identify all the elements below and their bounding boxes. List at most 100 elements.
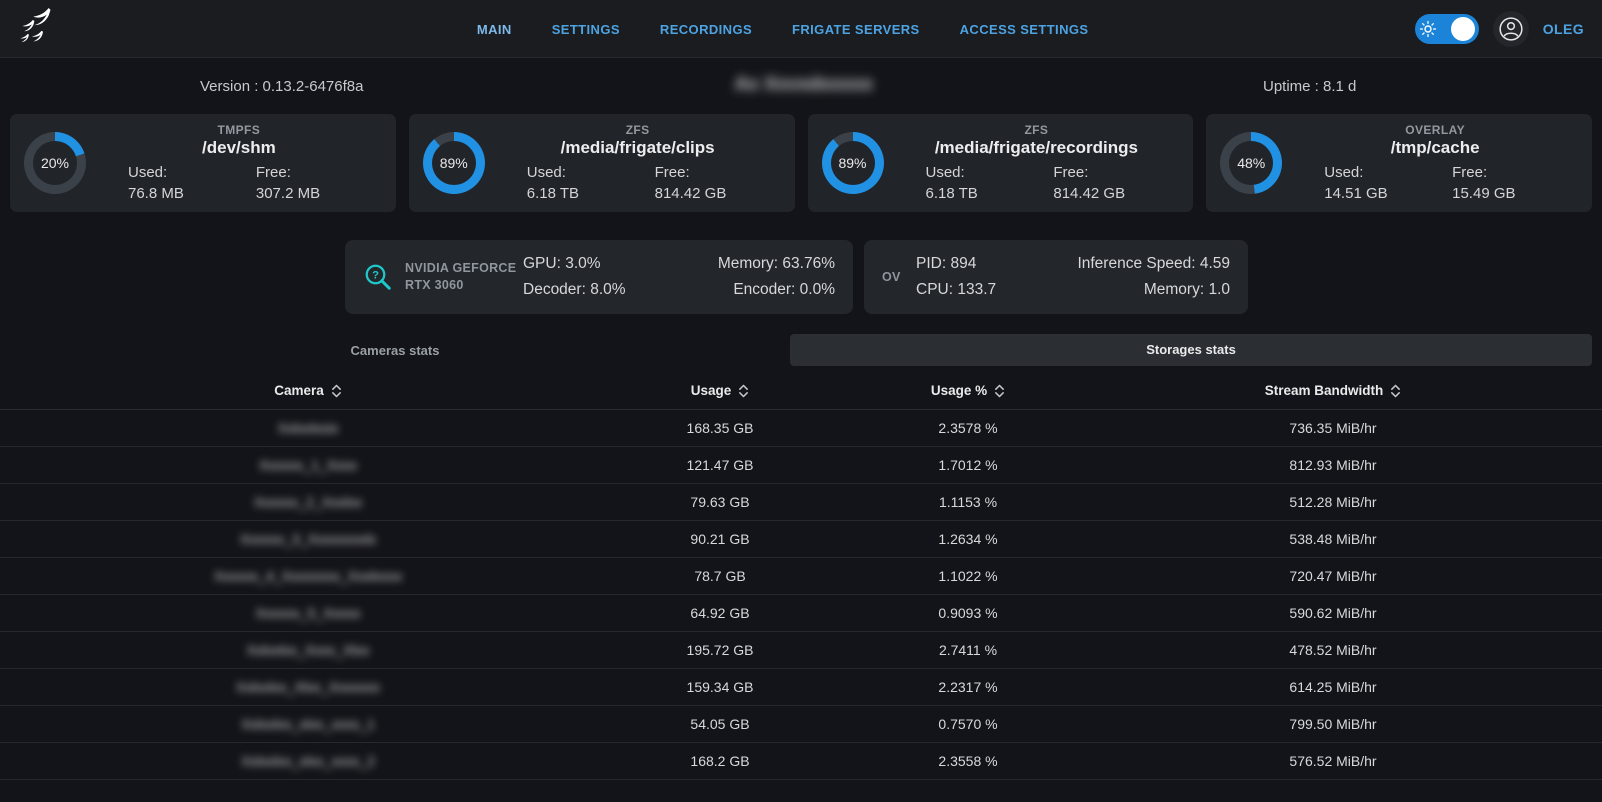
nav-item-recordings[interactable]: RECORDINGS <box>660 22 752 37</box>
gpu-name-label: NVIDIA GEFORCE RTX 3060 <box>405 260 523 294</box>
bandwidth-cell: 478.52 MiB/hr <box>1112 632 1554 668</box>
usage-cell: 78.7 GB <box>616 558 824 594</box>
nav-item-access-settings[interactable]: ACCESS SETTINGS <box>960 22 1089 37</box>
detector-cpu: CPU: 133.7 <box>916 277 996 303</box>
table-row: Xxxxxx_3_Xxxxxxxxlx 90.21 GB 1.2634 % 53… <box>0 521 1602 558</box>
used-value: 6.18 TB <box>527 183 655 204</box>
frigate-logo <box>20 6 62 52</box>
gpu-encoder: Encoder: 0.0% <box>718 277 835 303</box>
usage-cell: 64.92 GB <box>616 595 824 631</box>
usage-pct-cell: 2.3558 % <box>824 743 1112 779</box>
gpu-memory: Memory: 63.76% <box>718 251 835 277</box>
uptime-label: Uptime : 8.1 d <box>1263 78 1356 95</box>
sort-icon <box>331 383 342 399</box>
free-label: Free: <box>1053 162 1181 183</box>
usage-cell: 195.72 GB <box>616 632 824 668</box>
camera-name-blurred: Xxlxxlxxix <box>0 410 616 446</box>
tab-cameras-stats[interactable]: Cameras stats <box>0 343 790 358</box>
bandwidth-cell: 538.48 MiB/hr <box>1112 521 1554 557</box>
camera-name-blurred: Xxlxxlxx_xlxx_xxxx_2 <box>0 743 616 779</box>
nav-item-main[interactable]: MAIN <box>477 22 512 37</box>
version-label: Version : 0.13.2-6476f8a <box>200 78 363 95</box>
username-label[interactable]: OLEG <box>1543 21 1584 37</box>
stats-tabs: Cameras stats Storages stats <box>0 334 1602 366</box>
user-icon <box>1498 16 1524 42</box>
usage-pct-cell: 2.7411 % <box>824 632 1112 668</box>
server-name-blurred: Ax Xxvxdxxxxx <box>735 74 873 96</box>
camera-name-blurred: Xxlxxlxx_Xxxx_Xlxx <box>0 632 616 668</box>
column-header-usage[interactable]: Usage <box>616 372 824 409</box>
gpu-inspect-icon: ? <box>363 262 393 292</box>
gpu-decoder: Decoder: 8.0% <box>523 277 626 303</box>
table-header-row: Camera Usage Usage % Stream Bandwidth <box>0 372 1602 410</box>
usage-donut: 20% <box>24 132 86 194</box>
bandwidth-cell: 799.50 MiB/hr <box>1112 706 1554 742</box>
usage-donut: 89% <box>423 132 485 194</box>
usage-pct-cell: 0.9093 % <box>824 595 1112 631</box>
donut-percent-label: 89% <box>440 155 468 171</box>
table-row: Xxxxxx_5_Xxxxx 64.92 GB 0.9093 % 590.62 … <box>0 595 1602 632</box>
camera-name-blurred: Xxlxxlxx_Xlxx_Xxxxxxx <box>0 669 616 705</box>
used-label: Used: <box>128 162 256 183</box>
usage-pct-cell: 1.1022 % <box>824 558 1112 594</box>
user-avatar-button[interactable] <box>1493 11 1529 47</box>
usage-donut: 89% <box>822 132 884 194</box>
svg-text:?: ? <box>372 270 379 282</box>
main-nav: MAIN SETTINGS RECORDINGS FRIGATE SERVERS… <box>477 0 1089 58</box>
fs-type-label: OVERLAY <box>1290 123 1580 137</box>
column-header-camera[interactable]: Camera <box>0 372 616 409</box>
table-row: Xxlxxlxx_xlxx_xxxx_1 54.05 GB 0.7570 % 7… <box>0 706 1602 743</box>
storage-card-clips: 89% ZFS /media/frigate/clips Used: Free:… <box>409 114 795 212</box>
mount-path: /dev/shm <box>94 138 384 158</box>
detector-label: OV <box>882 269 916 286</box>
free-label: Free: <box>256 162 384 183</box>
bandwidth-cell: 576.52 MiB/hr <box>1112 743 1554 779</box>
nav-item-settings[interactable]: SETTINGS <box>552 22 620 37</box>
column-header-usage-pct[interactable]: Usage % <box>824 372 1112 409</box>
free-label: Free: <box>655 162 783 183</box>
free-value: 814.42 GB <box>1053 183 1181 204</box>
table-row: Xxxxxx_4_Xxxxxxxx_Xxxlxxxx 78.7 GB 1.102… <box>0 558 1602 595</box>
detector-card: OV PID: 894 CPU: 133.7 Inference Speed: … <box>864 240 1248 314</box>
fs-type-label: ZFS <box>493 123 783 137</box>
camera-name-blurred: Xxxxxx_1_Xxxx <box>0 447 616 483</box>
table-row: Xxlxxlxx_Xlxx_Xxxxxxx 159.34 GB 2.2317 %… <box>0 669 1602 706</box>
table-row: Xxlxxlxx_Xxxx_Xlxx 195.72 GB 2.7411 % 47… <box>0 632 1602 669</box>
detector-inference-speed: Inference Speed: 4.59 <box>1077 251 1230 277</box>
fs-type-label: TMPFS <box>94 123 384 137</box>
usage-cell: 54.05 GB <box>616 706 824 742</box>
gpu-card: ? NVIDIA GEFORCE RTX 3060 GPU: 3.0% Deco… <box>345 240 853 314</box>
status-row: Version : 0.13.2-6476f8a Ax Xxvxdxxxxx U… <box>0 66 1602 110</box>
fs-type-label: ZFS <box>892 123 1182 137</box>
table-row: Xxlxxlxxix 168.35 GB 2.3578 % 736.35 MiB… <box>0 410 1602 447</box>
storage-card-recordings: 89% ZFS /media/frigate/recordings Used: … <box>808 114 1194 212</box>
toggle-knob <box>1451 17 1475 41</box>
nav-item-frigate-servers[interactable]: FRIGATE SERVERS <box>792 22 920 37</box>
camera-name-blurred: Xxxxxx_5_Xxxxx <box>0 595 616 631</box>
camera-name-blurred: Xxlxxlxx_xlxx_xxxx_1 <box>0 706 616 742</box>
sort-icon <box>994 383 1005 399</box>
camera-name-blurred: Xxxxxx_2_Xxxlxx <box>0 484 616 520</box>
free-label: Free: <box>1452 162 1580 183</box>
mount-path: /tmp/cache <box>1290 138 1580 158</box>
free-value: 15.49 GB <box>1452 183 1580 204</box>
usage-cell: 90.21 GB <box>616 521 824 557</box>
table-row: Xxlxxlxx_xlxx_xxxx_2 168.2 GB 2.3558 % 5… <box>0 743 1602 780</box>
bandwidth-cell: 614.25 MiB/hr <box>1112 669 1554 705</box>
free-value: 814.42 GB <box>655 183 783 204</box>
storage-card-tmp-cache: 48% OVERLAY /tmp/cache Used: Free: 14.51… <box>1206 114 1592 212</box>
table-row: Xxxxxx_1_Xxxx 121.47 GB 1.7012 % 812.93 … <box>0 447 1602 484</box>
bandwidth-cell: 736.35 MiB/hr <box>1112 410 1554 446</box>
usage-pct-cell: 2.3578 % <box>824 410 1112 446</box>
used-value: 6.18 TB <box>926 183 1054 204</box>
tab-storages-stats[interactable]: Storages stats <box>790 334 1592 366</box>
theme-toggle[interactable] <box>1415 14 1479 44</box>
column-header-stream-bandwidth[interactable]: Stream Bandwidth <box>1112 372 1554 409</box>
storage-cards-row: 20% TMPFS /dev/shm Used: Free: 76.8 MB 3… <box>10 114 1592 212</box>
usage-pct-cell: 1.1153 % <box>824 484 1112 520</box>
usage-cell: 168.35 GB <box>616 410 824 446</box>
detector-memory: Memory: 1.0 <box>1077 277 1230 303</box>
bandwidth-cell: 512.28 MiB/hr <box>1112 484 1554 520</box>
usage-donut: 48% <box>1220 132 1282 194</box>
donut-percent-label: 89% <box>838 155 866 171</box>
